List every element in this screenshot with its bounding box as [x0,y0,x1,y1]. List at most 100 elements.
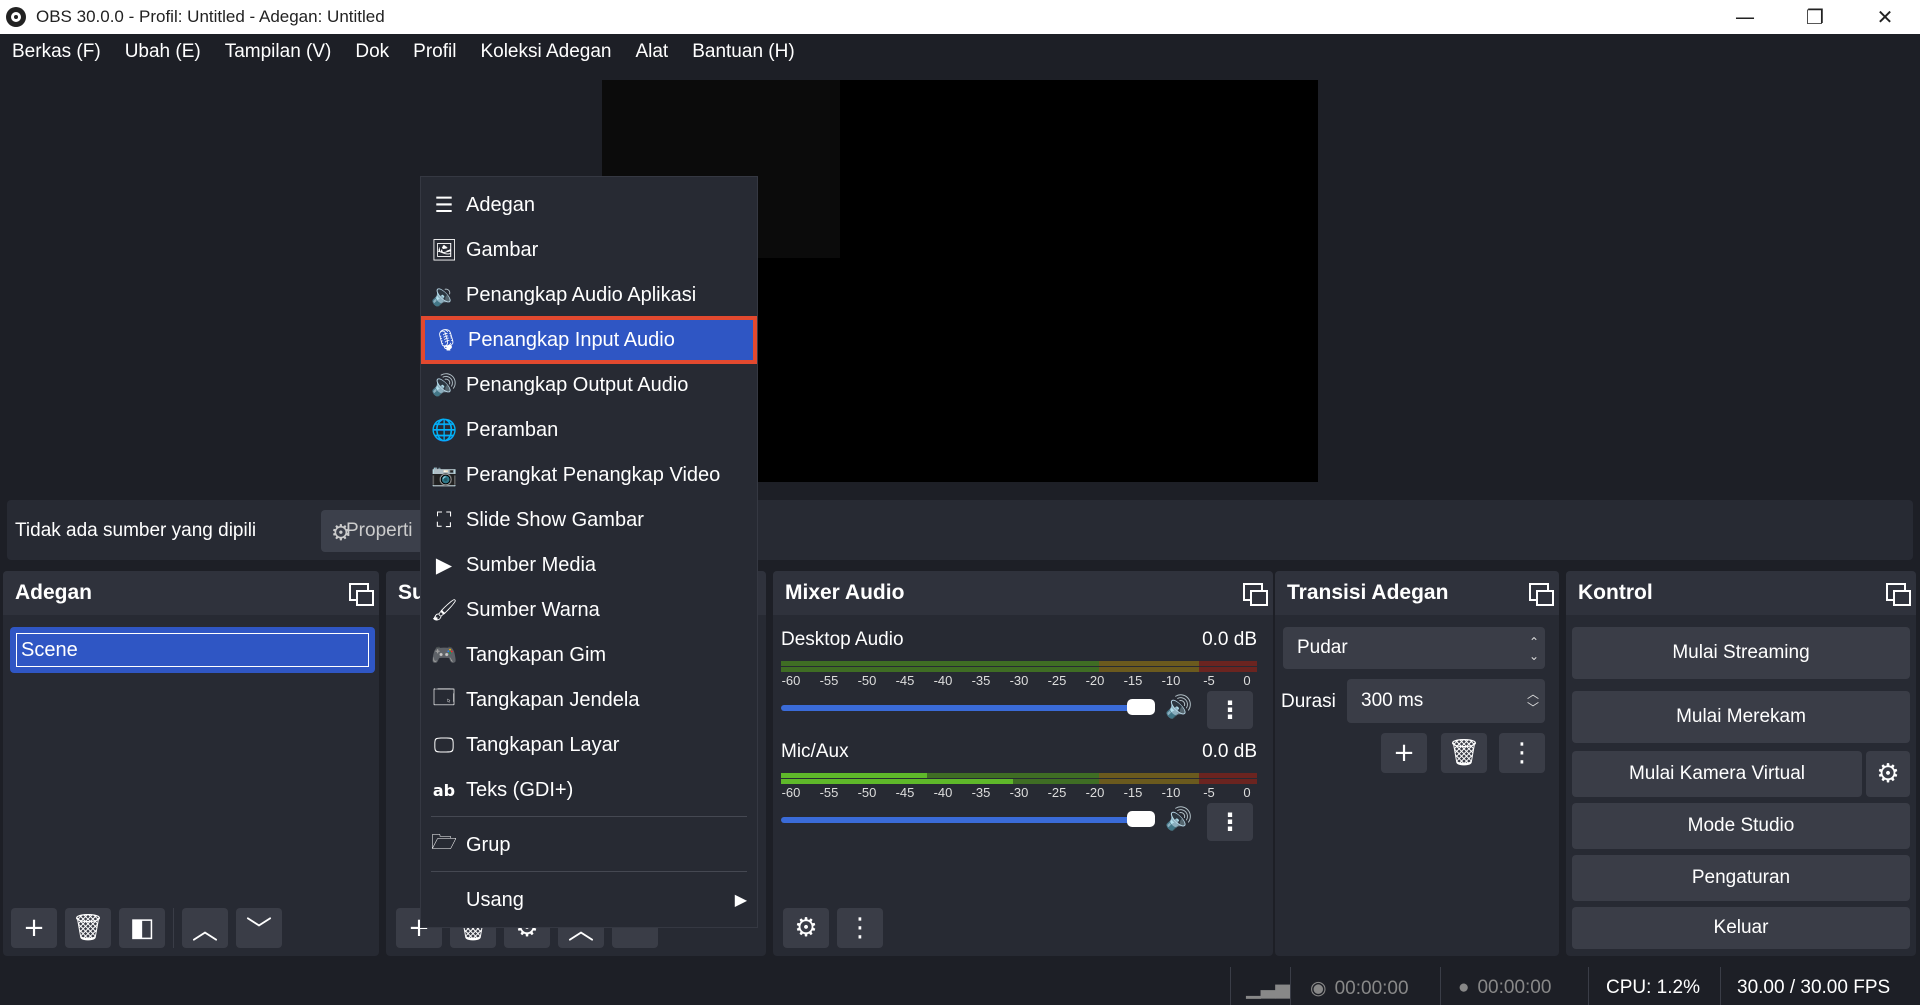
status-separator [1440,967,1441,1005]
controls-dock-title: Kontrol [1578,581,1653,604]
menu-item-display-capture[interactable]: 🖵 Tangkapan Layar [421,723,757,767]
brush-icon: 🖌 [431,597,458,622]
menu-item-label: Peramban [466,418,559,441]
menu-item-scene[interactable]: ☰ Adegan [421,183,757,227]
status-separator [1720,967,1721,1005]
undock-icon[interactable] [1886,583,1911,606]
menu-item-game-capture[interactable]: 🎮 Tangkapan Gim [421,633,757,677]
menu-item-label: Adegan [466,193,535,216]
obs-logo-icon [6,7,26,27]
settings-button[interactable]: Pengaturan [1572,855,1910,901]
undock-icon[interactable] [349,583,374,606]
meter-green-segment [781,661,1099,666]
record-time: 00:00:00 [1477,977,1552,998]
channel-menu-button[interactable]: ⋮ [1207,691,1253,729]
add-transition-button[interactable]: + [1381,733,1427,773]
advanced-audio-button[interactable]: ⚙ [783,908,829,948]
add-source-menu: ☰ Adegan 🖼 Gambar 🔉 Penangkap Audio Apli… [420,176,758,928]
menu-item-group[interactable]: 🗁 Grup [421,823,757,867]
meter-green-segment [927,773,1099,778]
trash-icon: 🗑 [1447,738,1481,768]
meter-tick-label: -15 [1123,673,1143,688]
menu-item-media-source[interactable]: ▶ Sumber Media [421,543,757,587]
duration-spinbox[interactable]: 300 ms ︿ ﹀ [1347,679,1545,723]
transition-select[interactable]: Pudar ⌃ ⌄ [1283,627,1545,669]
menu-docks[interactable]: Dok [345,41,399,63]
toolbar-separator [173,908,174,948]
close-button[interactable]: ✕ [1850,0,1920,34]
undock-icon[interactable] [1529,583,1554,606]
menu-scene-collection[interactable]: Koleksi Adegan [470,41,621,63]
properties-button[interactable]: ⚙ Properti [321,510,431,552]
spin-arrows-icon: ︿ ﹀ [1526,687,1539,715]
meter-scale: -60 -55 -50 -45 -40 -35 -30 -25 -20 -15 -10 -5 0 [781,785,1257,805]
context-bar: Tidak ada sumber yang dipilih ⚙ Properti [7,500,1913,560]
volume-meter [781,661,1257,672]
menu-item-label: Tangkapan Jendela [466,688,640,711]
filter-icon: ◧ [129,913,155,943]
menu-item-deprecated[interactable]: Usang ▶ [421,878,757,922]
meter-tick-label: -55 [819,785,839,800]
undock-icon[interactable] [1243,583,1268,606]
menu-item-video-capture-device[interactable]: 📷 Perangkat Penangkap Video [421,453,757,497]
remove-scene-button[interactable]: 🗑 [65,908,111,948]
volume-slider[interactable] [781,817,1155,823]
meter-red-segment [1199,667,1257,672]
menu-item-label: Sumber Media [466,553,597,576]
menu-tools[interactable]: Alat [625,41,678,63]
start-streaming-button[interactable]: Mulai Streaming [1572,627,1910,679]
menu-item-window-capture[interactable]: 🗔 Tangkapan Jendela [421,678,757,722]
volume-slider[interactable] [781,705,1155,711]
virtual-camera-settings-button[interactable]: ⚙ [1866,751,1910,797]
meter-tick-label: -40 [933,785,953,800]
menu-view[interactable]: Tampilan (V) [215,41,342,63]
scene-filters-button[interactable]: ◧ [119,908,165,948]
channel-menu-button[interactable]: ⋮ [1207,803,1253,841]
menu-item-audio-output-capture[interactable]: 🔊 Penangkap Output Audio [421,363,757,407]
menu-profile[interactable]: Profil [403,41,466,63]
camera-icon: 📷 [431,462,458,487]
meter-tick-label: -55 [819,673,839,688]
menu-item-label: Tangkapan Layar [466,733,620,756]
menu-file[interactable]: Berkas (F) [2,41,111,63]
menu-item-label: Usang [466,888,524,911]
meter-yellow-segment [1099,661,1199,666]
add-scene-button[interactable]: + [11,908,57,948]
list-icon: ☰ [434,193,454,217]
scene-list-item[interactable]: Scene [10,627,375,673]
maximize-button[interactable]: ❐ [1780,0,1850,34]
kebab-icon: ⋮ [847,913,873,943]
speaker-icon: 🔊 [431,372,458,397]
remove-transition-button[interactable]: 🗑 [1441,733,1487,773]
studio-mode-button[interactable]: Mode Studio [1572,803,1910,849]
minimize-button[interactable]: — [1710,0,1780,34]
meter-red-segment [1199,779,1257,784]
start-virtual-camera-button[interactable]: Mulai Kamera Virtual [1572,751,1862,797]
speaker-icon[interactable]: 🔊 [1165,695,1192,720]
exit-button[interactable]: Keluar [1572,907,1910,949]
move-scene-up-button[interactable]: ︿ [182,908,228,948]
menu-help[interactable]: Bantuan (H) [682,41,804,63]
duration-label: Durasi [1281,691,1336,712]
menu-item-browser[interactable]: 🌐 Peramban [421,408,757,452]
menu-item-color-source[interactable]: 🖌 Sumber Warna [421,588,757,632]
menu-item-image-slideshow[interactable]: ⛶ Slide Show Gambar [421,498,757,542]
volume-slider-handle[interactable] [1127,699,1155,715]
volume-slider-handle[interactable] [1127,811,1155,827]
window-icon: 🗔 [432,684,456,709]
mixer-menu-button[interactable]: ⋮ [837,908,883,948]
image-icon: 🖼 [431,237,458,262]
speaker-icon[interactable]: 🔊 [1165,807,1192,832]
menu-item-application-audio-capture[interactable]: 🔉 Penangkap Audio Aplikasi [421,273,757,317]
move-scene-down-button[interactable]: ﹀ [236,908,282,948]
menu-edit[interactable]: Ubah (E) [115,41,211,63]
menu-item-audio-input-capture[interactable]: 🎙 Penangkap Input Audio [421,316,757,364]
duration-value: 300 ms [1361,690,1424,711]
menu-separator [431,871,747,872]
meter-tick-label: -20 [1085,785,1105,800]
transition-menu-button[interactable]: ⋮ [1499,733,1545,773]
menu-item-text-gdi[interactable]: ab Teks (GDI+) [421,768,757,812]
start-recording-button[interactable]: Mulai Merekam [1572,691,1910,743]
menu-item-image[interactable]: 🖼 Gambar [421,228,757,272]
scenes-dock-title: Adegan [15,581,93,604]
